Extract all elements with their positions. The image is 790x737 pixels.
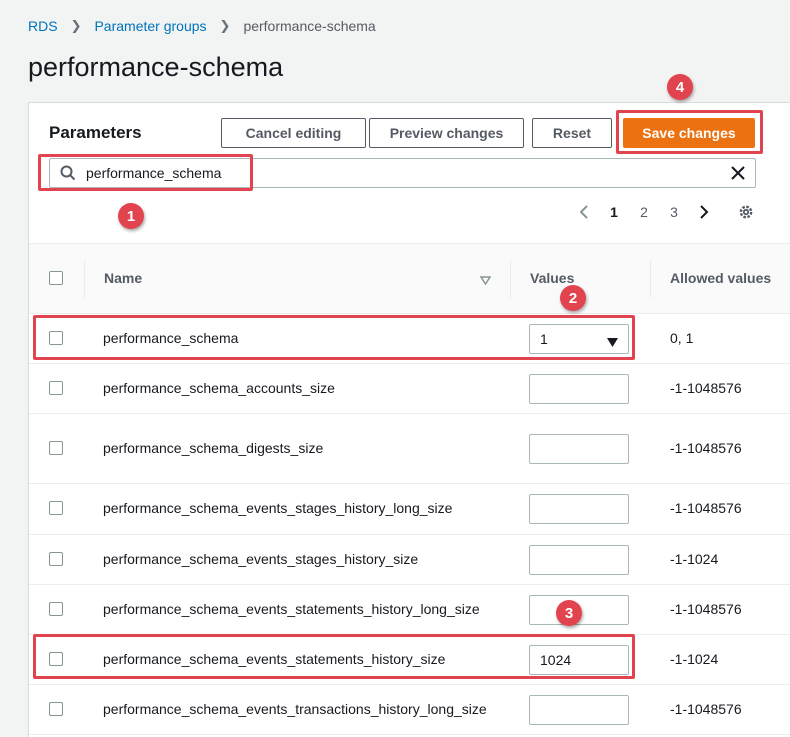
value-input[interactable] <box>529 434 629 464</box>
parameter-name: performance_schema_events_statements_his… <box>103 651 446 667</box>
annotation-badge-4: 4 <box>667 74 693 100</box>
close-icon[interactable] <box>721 166 755 180</box>
parameter-name: performance_schema_events_transactions_h… <box>103 701 487 717</box>
allowed-values: -1-1048576 <box>670 500 742 516</box>
caret-down-icon <box>607 334 618 350</box>
table-row: performance_schema_events_statements_his… <box>29 635 790 685</box>
row-checkbox[interactable] <box>49 552 63 566</box>
row-checkbox[interactable] <box>49 381 63 395</box>
value-input[interactable] <box>529 374 629 404</box>
value-input[interactable]: 1024 <box>529 645 629 675</box>
save-changes-button[interactable]: Save changes <box>623 118 755 148</box>
search-value: performance_schema <box>86 165 222 181</box>
row-checkbox[interactable] <box>49 331 63 345</box>
breadcrumb: RDS ❯ Parameter groups ❯ performance-sch… <box>28 18 376 34</box>
search-icon <box>50 165 86 181</box>
chevron-right-icon: ❯ <box>219 18 231 33</box>
page-title: performance-schema <box>28 52 284 82</box>
allowed-values: -1-1024 <box>670 651 719 667</box>
page-1[interactable]: 1 <box>599 204 629 220</box>
row-checkbox[interactable] <box>49 501 63 515</box>
gear-icon[interactable] <box>737 203 755 221</box>
table-row: performance_schema_events_stages_history… <box>29 484 790 535</box>
breadcrumb-rds[interactable]: RDS <box>28 18 58 34</box>
allowed-values: -1-1048576 <box>670 440 742 456</box>
column-header-name[interactable]: Name <box>104 270 142 286</box>
parameter-name: performance_schema_events_stages_history… <box>103 500 453 516</box>
column-header-values: Values <box>530 270 575 286</box>
parameters-title: Parameters <box>49 123 142 142</box>
parameter-name: performance_schema <box>103 330 239 346</box>
preview-changes-button[interactable]: Preview changes <box>369 118 524 148</box>
chevron-right-icon[interactable] <box>689 205 719 219</box>
select-all-checkbox[interactable] <box>49 271 63 285</box>
table-row: performance_schema_accounts_size -1-1048… <box>29 364 790 414</box>
allowed-values: -1-1024 <box>670 551 719 567</box>
page-3[interactable]: 3 <box>659 204 689 220</box>
table-row: performance_schema_events_stages_history… <box>29 535 790 585</box>
search-input[interactable]: performance_schema <box>49 158 756 188</box>
chevron-right-icon: ❯ <box>70 18 82 33</box>
annotation-badge-2: 2 <box>560 285 586 311</box>
row-checkbox[interactable] <box>49 441 63 455</box>
row-checkbox[interactable] <box>49 652 63 666</box>
allowed-values: 0, 1 <box>670 330 694 346</box>
column-header-allowed-values: Allowed values <box>670 270 772 286</box>
page-2[interactable]: 2 <box>629 204 659 220</box>
chevron-left-icon[interactable] <box>569 205 599 219</box>
column-divider <box>510 260 511 298</box>
row-checkbox[interactable] <box>49 602 63 616</box>
table-header: Name Values Allowed values <box>29 244 790 314</box>
allowed-values: -1-1048576 <box>670 601 742 617</box>
annotation-badge-1: 1 <box>118 203 144 229</box>
value-input[interactable] <box>529 695 629 725</box>
parameter-name: performance_schema_accounts_size <box>103 380 335 396</box>
breadcrumb-parameter-groups[interactable]: Parameter groups <box>94 18 206 34</box>
value-input[interactable] <box>529 545 629 575</box>
parameter-name: performance_schema_events_statements_his… <box>103 601 480 617</box>
parameters-table: Name Values Allowed values performance_s… <box>29 243 790 735</box>
value-input[interactable] <box>529 494 629 524</box>
value-select[interactable]: 1 <box>529 324 629 354</box>
table-row: performance_schema_digests_size -1-10485… <box>29 414 790 484</box>
column-divider <box>84 260 85 298</box>
table-row: performance_schema_events_transactions_h… <box>29 685 790 735</box>
table-row: performance_schema_events_statements_his… <box>29 585 790 635</box>
cancel-editing-button[interactable]: Cancel editing <box>221 118 366 148</box>
parameters-panel: Parameters Cancel editing Preview change… <box>28 102 790 737</box>
parameter-name: performance_schema_events_stages_history… <box>103 551 419 567</box>
row-checkbox[interactable] <box>49 702 63 716</box>
annotation-badge-3: 3 <box>556 600 582 626</box>
column-divider <box>650 260 651 298</box>
value-select-value: 1 <box>540 331 548 347</box>
allowed-values: -1-1048576 <box>670 701 742 717</box>
sort-down-icon[interactable] <box>479 272 492 288</box>
reset-button[interactable]: Reset <box>532 118 612 148</box>
pagination: 1 2 3 <box>569 203 755 221</box>
parameter-name: performance_schema_digests_size <box>103 440 324 456</box>
table-row: performance_schema 1 0, 1 <box>29 314 790 364</box>
breadcrumb-current: performance-schema <box>243 18 376 34</box>
allowed-values: -1-1048576 <box>670 380 742 396</box>
